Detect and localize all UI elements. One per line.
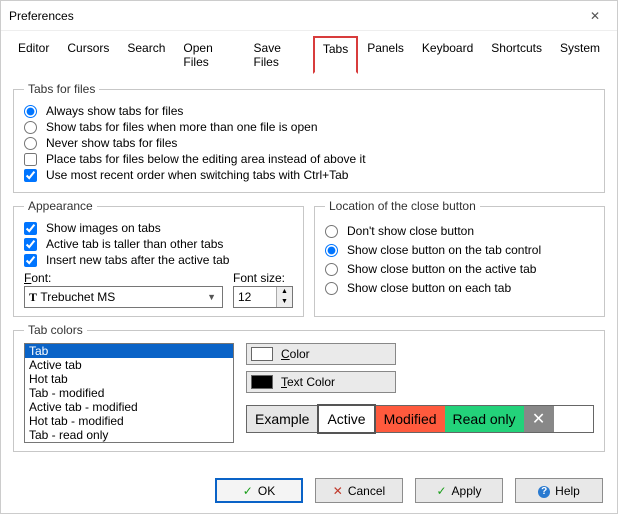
tab-open-files[interactable]: Open Files (174, 36, 244, 74)
radio-show-when-multi-label: Show tabs for files when more than one f… (46, 120, 318, 134)
font-dropdown[interactable]: T Trebuchet MS ▼ (24, 286, 223, 308)
check-insert-after-active-label: Insert new tabs after the active tab (46, 253, 229, 267)
check-active-taller-label: Active tab is taller than other tabs (46, 237, 223, 251)
tab-search[interactable]: Search (118, 36, 174, 74)
check-tabs-below-label: Place tabs for files below the editing a… (46, 152, 366, 166)
tab-save-files[interactable]: Save Files (245, 36, 313, 74)
radio-close-active-label: Show close button on the active tab (347, 262, 536, 276)
group-close-button-legend: Location of the close button (325, 199, 480, 213)
tab-system[interactable]: System (551, 36, 609, 74)
fontsize-label: Font size: (233, 271, 293, 285)
list-item[interactable]: Hot tab - modified (25, 414, 233, 428)
preview-example: Example (247, 406, 317, 432)
font-label: Font: (24, 271, 223, 285)
check-tabs-below[interactable] (24, 153, 37, 166)
tab-shortcuts[interactable]: Shortcuts (482, 36, 551, 74)
tabstrip: Editor Cursors Search Open Files Save Fi… (1, 31, 617, 73)
cancel-button-label: Cancel (348, 484, 385, 498)
preferences-window: Preferences ✕ Editor Cursors Search Open… (0, 0, 618, 514)
tab-preview: Example Active Modified Read only ✕ (246, 405, 594, 433)
apply-button[interactable]: Apply (415, 478, 503, 503)
color-button-label: Color (281, 347, 310, 361)
radio-never-show[interactable] (24, 137, 37, 150)
group-tabs-for-files: Tabs for files Always show tabs for file… (13, 82, 605, 193)
check-icon (243, 484, 253, 498)
preview-readonly: Read only (445, 406, 524, 432)
fontsize-value: 12 (234, 290, 276, 304)
radio-close-tabcontrol[interactable] (325, 244, 338, 257)
color-swatch (251, 347, 273, 361)
spin-up-icon[interactable]: ▲ (277, 287, 292, 297)
check-insert-after-active[interactable] (24, 254, 37, 267)
window-title: Preferences (9, 9, 581, 23)
cancel-button[interactable]: Cancel (315, 478, 403, 503)
apply-button-label: Apply (452, 484, 482, 498)
help-icon (538, 483, 550, 498)
spin-down-icon[interactable]: ▼ (277, 297, 292, 307)
ok-button-label: OK (258, 484, 275, 498)
radio-close-each[interactable] (325, 282, 338, 295)
help-button-label: Help (555, 484, 580, 498)
check-mru-order-label: Use most recent order when switching tab… (46, 168, 348, 182)
check-show-images[interactable] (24, 222, 37, 235)
dialog-buttons: OK Cancel Apply Help (1, 468, 617, 513)
fontsize-spinner[interactable]: 12 ▲ ▼ (233, 286, 293, 308)
textcolor-button-label: Text Color (281, 375, 335, 389)
tab-panels[interactable]: Panels (358, 36, 413, 74)
radio-always-show[interactable] (24, 105, 37, 118)
check-show-images-label: Show images on tabs (46, 221, 161, 235)
textcolor-swatch (251, 375, 273, 389)
radio-close-each-label: Show close button on each tab (347, 281, 511, 295)
textcolor-button[interactable]: Text Color (246, 371, 396, 393)
radio-close-none-label: Don't show close button (347, 224, 474, 238)
tab-editor[interactable]: Editor (9, 36, 58, 74)
titlebar: Preferences ✕ (1, 1, 617, 31)
window-close-icon[interactable]: ✕ (581, 9, 609, 23)
list-item[interactable]: Hot tab (25, 372, 233, 386)
group-tabs-for-files-legend: Tabs for files (24, 82, 99, 96)
tab-keyboard[interactable]: Keyboard (413, 36, 482, 74)
radio-never-show-label: Never show tabs for files (46, 136, 177, 150)
check-mru-order[interactable] (24, 169, 37, 182)
list-item[interactable]: Tab (25, 344, 233, 358)
preview-active: Active (317, 404, 375, 434)
tab-cursors[interactable]: Cursors (58, 36, 118, 74)
font-icon: T (29, 290, 37, 305)
radio-show-when-multi[interactable] (24, 121, 37, 134)
color-state-listbox[interactable]: Tab Active tab Hot tab Tab - modified Ac… (24, 343, 234, 443)
list-item[interactable]: Active tab (25, 358, 233, 372)
x-icon (333, 484, 343, 498)
preview-modified: Modified (376, 406, 445, 432)
font-value: Trebuchet MS (40, 290, 115, 304)
group-appearance: Appearance Show images on tabs Active ta… (13, 199, 304, 317)
list-item[interactable]: Active tab - modified (25, 400, 233, 414)
preview-close-icon: ✕ (524, 406, 554, 432)
color-button[interactable]: Color (246, 343, 396, 365)
ok-button[interactable]: OK (215, 478, 303, 503)
tab-content: Tabs for files Always show tabs for file… (1, 74, 617, 468)
radio-always-show-label: Always show tabs for files (46, 104, 183, 118)
group-close-button: Location of the close button Don't show … (314, 199, 605, 317)
tab-tabs[interactable]: Tabs (313, 36, 358, 74)
radio-close-none[interactable] (325, 225, 338, 238)
check-active-taller[interactable] (24, 238, 37, 251)
list-item[interactable]: Tab - modified (25, 386, 233, 400)
chevron-down-icon: ▼ (203, 292, 220, 302)
group-appearance-legend: Appearance (24, 199, 97, 213)
group-tab-colors: Tab colors Tab Active tab Hot tab Tab - … (13, 323, 605, 452)
help-button[interactable]: Help (515, 478, 603, 503)
check-icon (436, 484, 446, 498)
radio-close-tabcontrol-label: Show close button on the tab control (347, 243, 541, 257)
radio-close-active[interactable] (325, 263, 338, 276)
list-item[interactable]: Tab - read only (25, 428, 233, 442)
group-tab-colors-legend: Tab colors (24, 323, 87, 337)
